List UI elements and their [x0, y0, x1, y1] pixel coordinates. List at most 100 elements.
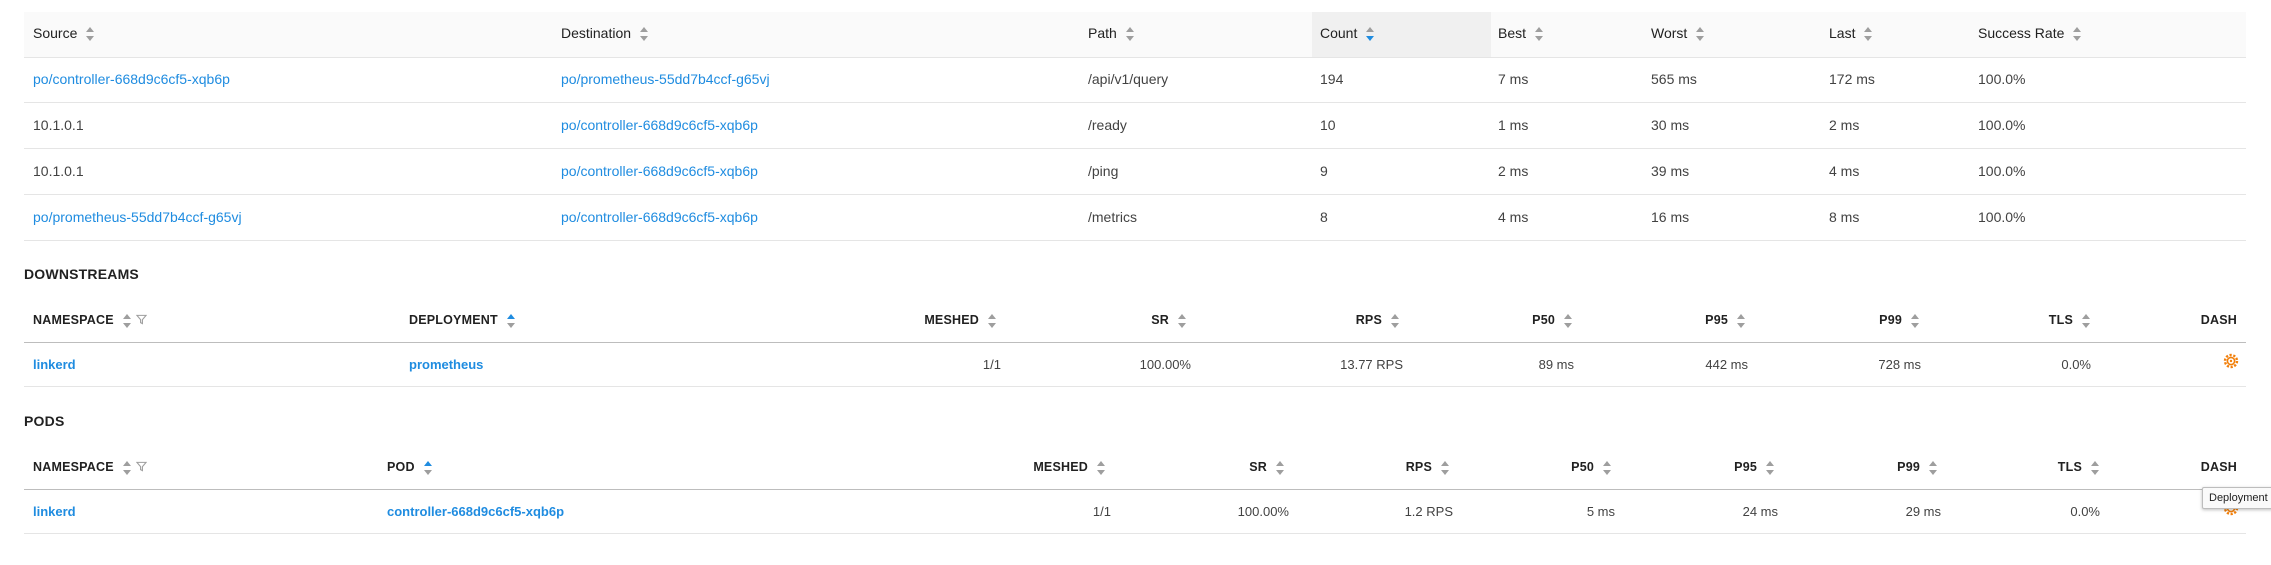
route-success-rate: 100.0% [1978, 163, 2026, 179]
filter-icon[interactable] [135, 314, 148, 328]
sort-icon [85, 27, 95, 42]
routes-header-bg [24, 12, 2246, 57]
route-best: 1 ms [1498, 117, 1529, 133]
meshed-value: 1/1 [1092, 504, 1111, 519]
sort-icon [122, 460, 132, 475]
col-header-sr[interactable]: SR [1249, 460, 1285, 475]
p99-value: 728 ms [1878, 357, 1921, 372]
col-header-sr[interactable]: SR [1151, 313, 1187, 328]
p99-value: 29 ms [1905, 504, 1941, 519]
route-worst: 39 ms [1651, 163, 1690, 179]
rps-value: 1.2 RPS [1404, 504, 1453, 519]
grafana-gear-icon[interactable] [2222, 352, 2240, 375]
route-path: /api/v1/query [1088, 71, 1169, 87]
col-header-p50[interactable]: P50 [1532, 313, 1573, 328]
col-header-deployment[interactable]: DEPLOYMENT [409, 313, 516, 328]
filter-icon[interactable] [135, 461, 148, 475]
sort-desc-icon [1365, 27, 1375, 42]
col-header-rps[interactable]: RPS [1356, 313, 1400, 328]
route-path: /ping [1088, 163, 1119, 179]
p50-value: 5 ms [1586, 504, 1615, 519]
col-header-tls[interactable]: TLS [2049, 313, 2091, 328]
tls-value: 0.0% [2061, 357, 2091, 372]
col-header-source[interactable]: Source [33, 25, 95, 42]
route-best: 2 ms [1498, 163, 1529, 179]
sort-icon [1928, 460, 1938, 475]
sort-icon [1910, 313, 1920, 328]
p50-value: 89 ms [1538, 357, 1574, 372]
sort-icon [1275, 460, 1285, 475]
route-source-link[interactable]: po/prometheus-55dd7b4ccf-g65vj [33, 209, 242, 225]
route-best: 4 ms [1498, 209, 1529, 225]
col-header-path[interactable]: Path [1088, 25, 1135, 42]
col-header-destination[interactable]: Destination [561, 25, 649, 42]
route-best: 7 ms [1498, 71, 1529, 87]
col-header-p95[interactable]: P95 [1705, 313, 1746, 328]
col-header-dash: DASH [2200, 313, 2237, 327]
route-last: 8 ms [1829, 209, 1860, 225]
col-header-worst[interactable]: Worst [1651, 25, 1705, 42]
sort-icon [1765, 460, 1775, 475]
col-header-rps[interactable]: RPS [1406, 460, 1450, 475]
col-header-count[interactable]: Count [1320, 25, 1375, 42]
sort-icon [1440, 460, 1450, 475]
col-header-best[interactable]: Best [1498, 25, 1544, 42]
sort-icon [1602, 460, 1612, 475]
route-success-rate: 100.0% [1978, 117, 2026, 133]
route-success-rate: 100.0% [1978, 71, 2026, 87]
rps-value: 13.77 RPS [1340, 357, 1403, 372]
meshed-value: 1/1 [982, 357, 1001, 372]
route-count: 8 [1320, 209, 1328, 225]
sort-icon [1863, 27, 1873, 42]
route-source-link[interactable]: po/controller-668d9c6cf5-xqb6p [33, 71, 230, 87]
sort-icon [987, 313, 997, 328]
route-last: 172 ms [1829, 71, 1875, 87]
route-worst: 30 ms [1651, 117, 1690, 133]
route-worst: 16 ms [1651, 209, 1690, 225]
p95-value: 24 ms [1742, 504, 1778, 519]
deployment-link[interactable]: prometheus [409, 357, 483, 372]
sort-icon [2081, 313, 2091, 328]
namespace-link[interactable]: linkerd [33, 357, 76, 372]
route-last: 2 ms [1829, 117, 1860, 133]
route-destination-link[interactable]: po/prometheus-55dd7b4ccf-g65vj [561, 71, 770, 87]
route-count: 9 [1320, 163, 1328, 179]
col-header-meshed[interactable]: MESHED [1033, 460, 1106, 475]
route-path: /ready [1088, 117, 1127, 133]
col-header-namespace[interactable]: NAMESPACE [33, 460, 148, 475]
sort-asc-icon [423, 460, 433, 475]
sort-icon [1177, 313, 1187, 328]
sort-icon [1736, 313, 1746, 328]
namespace-link[interactable]: linkerd [33, 504, 76, 519]
route-source: 10.1.0.1 [33, 163, 84, 179]
route-worst: 565 ms [1651, 71, 1697, 87]
route-last: 4 ms [1829, 163, 1860, 179]
sort-icon [1390, 313, 1400, 328]
col-header-tls[interactable]: TLS [2058, 460, 2100, 475]
sr-value: 100.00% [1237, 504, 1289, 519]
col-header-namespace[interactable]: NAMESPACE [33, 313, 148, 328]
route-source: 10.1.0.1 [33, 117, 84, 133]
col-header-last[interactable]: Last [1829, 25, 1873, 42]
col-header-p99[interactable]: P99 [1897, 460, 1938, 475]
tls-value: 0.0% [2070, 504, 2100, 519]
sort-icon [1125, 27, 1135, 42]
col-header-p50[interactable]: P50 [1571, 460, 1612, 475]
pod-link[interactable]: controller-668d9c6cf5-xqb6p [387, 504, 564, 519]
col-header-p99[interactable]: P99 [1879, 313, 1920, 328]
route-destination-link[interactable]: po/controller-668d9c6cf5-xqb6p [561, 117, 758, 133]
col-header-meshed[interactable]: MESHED [924, 313, 997, 328]
pods-title: PODS [24, 413, 65, 429]
route-success-rate: 100.0% [1978, 209, 2026, 225]
sort-icon [2090, 460, 2100, 475]
col-header-pod[interactable]: POD [387, 460, 433, 475]
col-header-p95[interactable]: P95 [1734, 460, 1775, 475]
route-destination-link[interactable]: po/controller-668d9c6cf5-xqb6p [561, 209, 758, 225]
route-count: 10 [1320, 117, 1336, 133]
route-destination-link[interactable]: po/controller-668d9c6cf5-xqb6p [561, 163, 758, 179]
sort-icon [1563, 313, 1573, 328]
downstreams-title: DOWNSTREAMS [24, 266, 139, 282]
sr-value: 100.00% [1139, 357, 1191, 372]
col-header-success-rate[interactable]: Success Rate [1978, 25, 2082, 42]
p95-value: 442 ms [1705, 357, 1748, 372]
